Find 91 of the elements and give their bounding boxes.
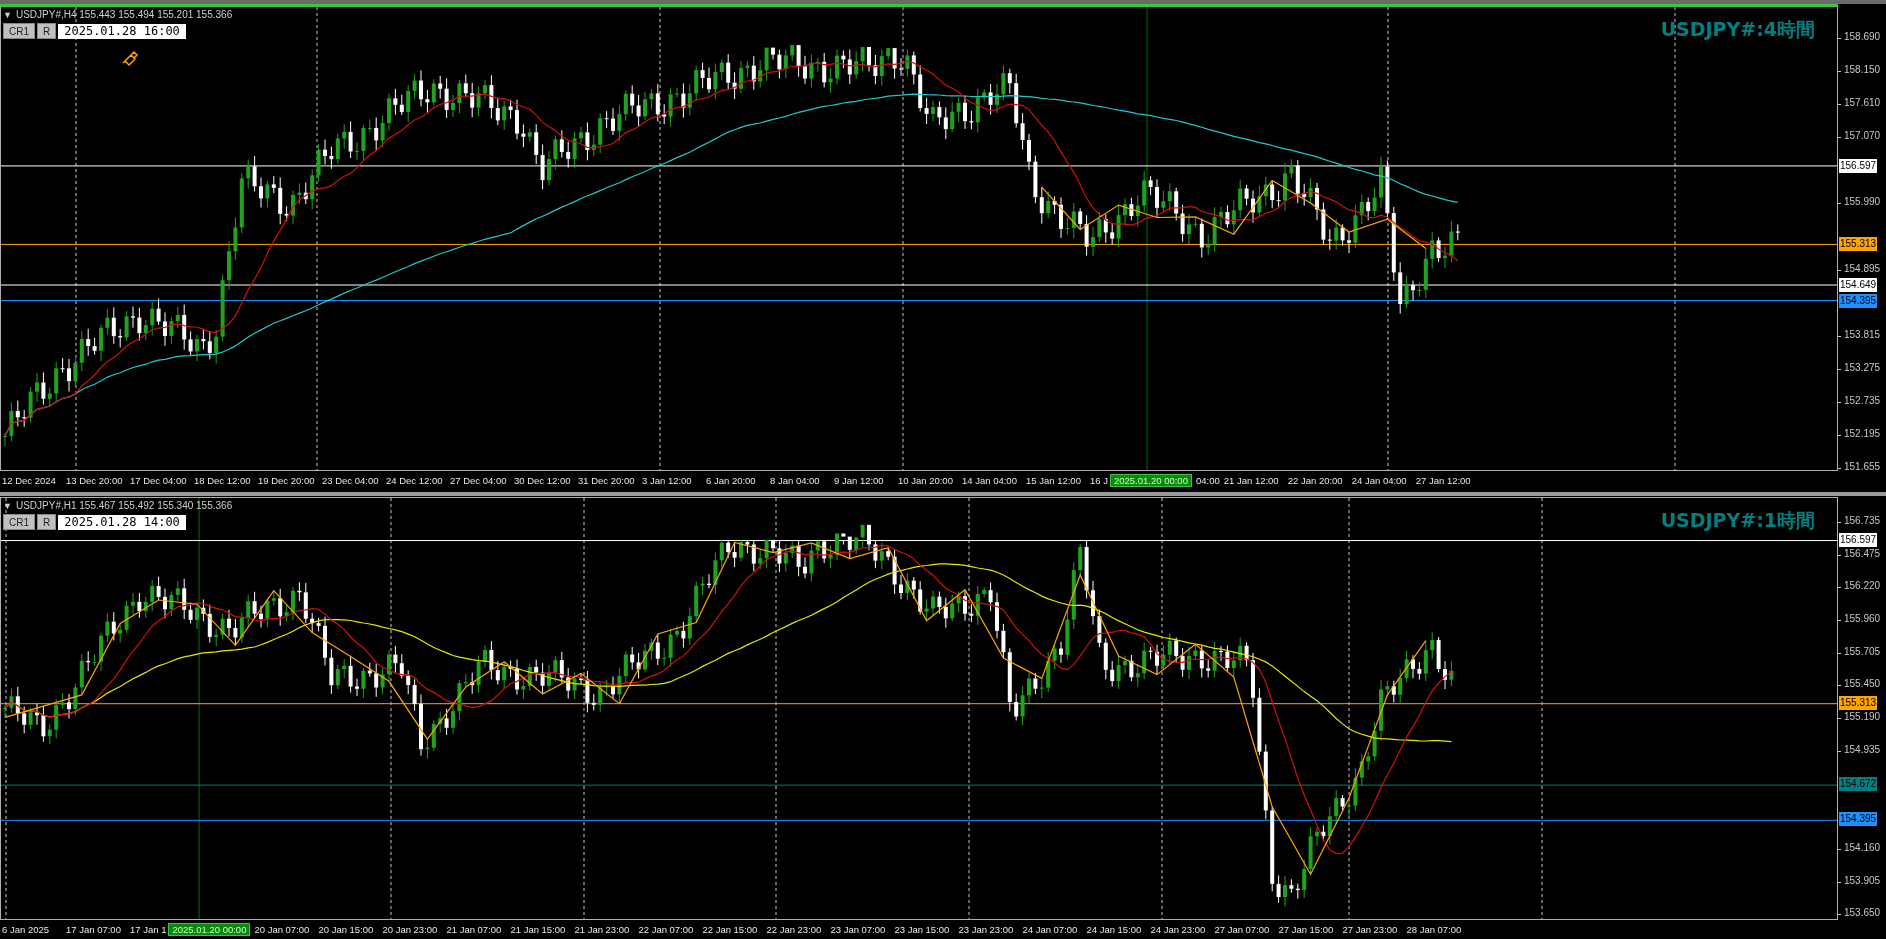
price-level-label: 156.597 — [1839, 532, 1878, 547]
price-level-label: 154.395 — [1839, 812, 1878, 827]
price-tick-label: 154.160 — [1838, 842, 1881, 854]
time-axis-label: 30 Dec 12:00 — [513, 475, 572, 486]
price-level-label: 154.649 — [1839, 278, 1878, 292]
time-axis-label: 27 Dec 04:00 — [449, 475, 508, 486]
chart-title: USDJPY#:1時間 — [1660, 508, 1815, 533]
time-axis-label: 17 Dec 04:00 — [129, 475, 188, 486]
time-axis-label: 18 Dec 12:00 — [193, 475, 252, 486]
price-tick-label: 156.475 — [1838, 548, 1881, 560]
date-field[interactable]: 2025.01.28 14:00 — [58, 514, 186, 530]
crosshair-time-label: 2025.01.20 00:00 — [168, 923, 251, 936]
time-axis-label: 13 Dec 20:00 — [65, 475, 124, 486]
price-tick-label: 155.450 — [1838, 678, 1881, 690]
price-tick-label: 157.610 — [1838, 97, 1881, 108]
time-axis-label: 12 Dec 2024 — [1, 475, 57, 486]
toolbar-button[interactable]: CR1 — [3, 23, 35, 39]
price-level-label: 154.395 — [1839, 293, 1878, 308]
price-tick-label: 153.275 — [1838, 361, 1881, 373]
price-tick-label: 155.990 — [1838, 196, 1881, 208]
time-axis-label: 14 Jan 04:00 — [961, 475, 1018, 486]
price-tick-label: 153.650 — [1838, 907, 1881, 918]
collapse-icon[interactable]: ▼ — [3, 500, 12, 511]
price-tick-label: 152.735 — [1838, 395, 1881, 406]
price-tick-label: 157.070 — [1838, 130, 1881, 141]
price-tick-label: 155.190 — [1838, 711, 1881, 723]
time-axis-label: 27 Jan 07:00 — [1213, 924, 1271, 935]
toolbar-button[interactable]: CR1 — [3, 514, 35, 530]
time-axis-label: 20 Jan 15:00 — [317, 924, 375, 935]
toolbar-button[interactable]: R — [37, 514, 57, 530]
toolbar-button[interactable]: R — [37, 23, 57, 39]
price-tick-label: 154.935 — [1838, 743, 1881, 755]
time-axis-label: 23 Jan 07:00 — [829, 924, 887, 935]
time-axis-label: 6 Jan 20:00 — [705, 475, 757, 486]
time-axis-label: 24 Jan 04:00 — [1350, 475, 1408, 486]
price-tick-label: 156.220 — [1838, 580, 1881, 592]
price-tick-label: 152.195 — [1838, 428, 1881, 439]
time-axis-label: 8 Jan 04:00 — [769, 475, 821, 486]
time-axis-label: 24 Jan 07:00 — [1021, 924, 1079, 935]
price-tick-label: 156.735 — [1838, 515, 1881, 526]
time-axis-label: 22 Jan 23:00 — [765, 924, 823, 935]
time-axis-label: 21 Jan 12:00 — [1222, 475, 1280, 486]
symbol-quote: USDJPY#,H1 155.467 155.492 155.340 155.366 — [15, 500, 233, 511]
time-axis-label: 22 Jan 07:00 — [637, 924, 695, 935]
time-axis-label: 17 Jan 07:00 — [65, 924, 122, 935]
time-axis-label: 22 Jan 15:00 — [701, 924, 759, 935]
price-level-label: 155.313 — [1839, 237, 1878, 252]
price-level-line[interactable] — [1, 703, 1837, 705]
time-axis-label: 27 Jan 12:00 — [1414, 475, 1472, 486]
price-tick-label: 153.815 — [1838, 328, 1881, 340]
price-level-label: 155.313 — [1839, 695, 1878, 710]
time-axis-label: 17 Jan 1 — [129, 924, 168, 935]
chart-title: USDJPY#:4時間 — [1660, 17, 1815, 42]
time-axis-label: 24 Dec 12:00 — [385, 475, 444, 486]
time-axis-label: 20 Jan 23:00 — [381, 924, 439, 935]
time-axis-label: 27 Jan 23:00 — [1341, 924, 1399, 935]
time-axis-label: 23 Dec 04:00 — [321, 475, 380, 486]
price-tick-label: 155.705 — [1838, 645, 1881, 657]
time-axis-label: 21 Jan 15:00 — [509, 924, 567, 935]
time-axis-label: 21 Jan 23:00 — [573, 924, 631, 935]
time-axis-label: 28 Jan 07:00 — [1405, 924, 1463, 935]
time-axis-label: 04:00 — [1194, 475, 1221, 486]
time-axis-label: 20 Jan 07:00 — [253, 924, 311, 935]
time-axis-label: 24 Jan 23:00 — [1149, 924, 1207, 935]
price-level-label: 154.672 — [1839, 777, 1878, 792]
price-tick-label: 154.895 — [1838, 262, 1881, 274]
price-level-label: 156.597 — [1839, 158, 1878, 173]
time-axis-label: 23 Jan 15:00 — [893, 924, 951, 935]
time-axis-label: 16 J — [1089, 475, 1109, 486]
price-tick-label: 153.905 — [1838, 874, 1881, 886]
time-axis-label: 15 Jan 12:00 — [1025, 475, 1082, 486]
time-axis-label: 27 Jan 15:00 — [1277, 924, 1335, 935]
price-level-line[interactable] — [1, 243, 1837, 245]
time-axis-label: 31 Dec 20:00 — [577, 475, 636, 486]
collapse-icon[interactable]: ▼ — [3, 9, 12, 20]
time-axis-label: 9 Jan 12:00 — [833, 475, 885, 486]
symbol-quote: USDJPY#,H4 155.443 155.494 155.201 155.366 — [15, 9, 233, 20]
time-axis-label: 22 Jan 20:00 — [1286, 475, 1344, 486]
price-tick-label: 158.150 — [1838, 64, 1881, 75]
price-tick-label: 158.690 — [1838, 31, 1881, 42]
crosshair-time-label: 2025.01.20 00:00 — [1109, 474, 1192, 487]
time-axis-label: 21 Jan 07:00 — [445, 924, 503, 935]
price-tick-label: 155.960 — [1838, 613, 1881, 625]
time-axis-label: 19 Dec 20:00 — [257, 475, 316, 486]
date-field[interactable]: 2025.01.28 16:00 — [58, 23, 186, 39]
price-tick-label: 151.655 — [1838, 461, 1881, 472]
time-axis-label: 3 Jan 12:00 — [641, 475, 693, 486]
time-axis-label: 24 Jan 15:00 — [1085, 924, 1143, 935]
time-axis-label: 10 Jan 20:00 — [897, 475, 954, 486]
time-axis-label: 23 Jan 23:00 — [957, 924, 1015, 935]
time-axis-label: 6 Jan 2025 — [1, 924, 50, 935]
